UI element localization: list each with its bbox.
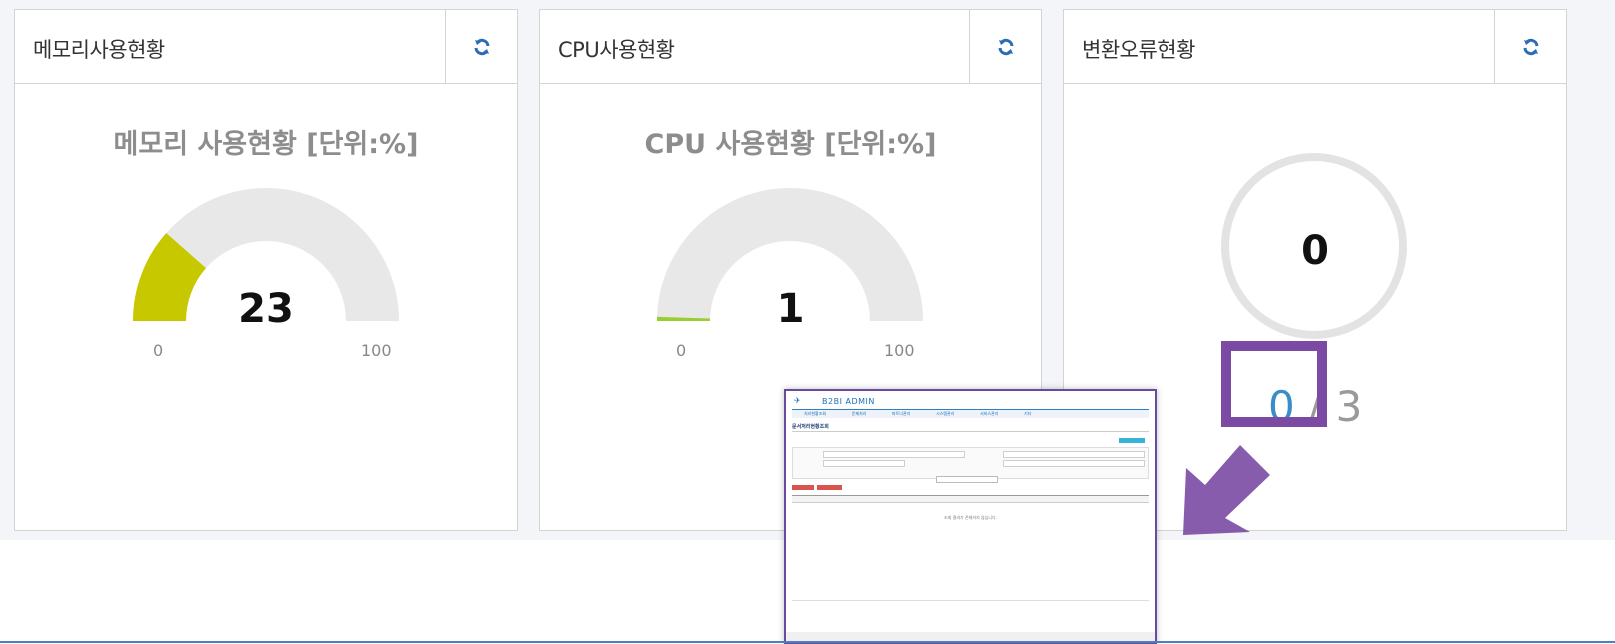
panel-header: 변환오류현황 bbox=[1064, 10, 1566, 84]
thumb-search-form bbox=[792, 447, 1149, 479]
refresh-button[interactable] bbox=[445, 10, 517, 83]
thumb-nav-item: 시스템관리 bbox=[936, 411, 955, 416]
gauge-min-label: 0 bbox=[676, 341, 687, 360]
refresh-button[interactable] bbox=[969, 10, 1041, 83]
thumb-brand: B2BI ADMIN bbox=[822, 397, 875, 406]
thumb-nav: 처리현황조회 문제처리 파트너관리 시스템관리 서비스관리 기타 bbox=[792, 409, 1149, 418]
panel-title: 메모리사용현황 bbox=[33, 38, 165, 62]
gauge-value: 23 bbox=[238, 286, 294, 332]
refresh-button[interactable] bbox=[1494, 10, 1566, 83]
thumbnail-screenshot[interactable]: ✈ B2BI ADMIN 처리현황조회 문제처리 파트너관리 시스템관리 서비스… bbox=[784, 389, 1157, 644]
thumb-search-button bbox=[936, 476, 998, 483]
thumb-input bbox=[1003, 451, 1145, 458]
thumb-input bbox=[823, 451, 965, 458]
gauge-value: 1 bbox=[776, 286, 805, 332]
gauge-max-label: 100 bbox=[884, 341, 915, 360]
panel-title: CPU사용현황 bbox=[558, 38, 675, 62]
panel-title: 변환오류현황 bbox=[1082, 38, 1195, 62]
panel-header: CPU사용현황 bbox=[540, 10, 1041, 84]
bottom-divider bbox=[0, 641, 1615, 643]
thumb-logo: ✈ bbox=[794, 396, 801, 405]
thumb-red-button bbox=[792, 485, 814, 490]
thumb-button bbox=[1119, 438, 1145, 443]
thumb-header: ✈ B2BI ADMIN bbox=[786, 391, 1155, 409]
thumb-nav-item: 파트너관리 bbox=[892, 411, 911, 416]
thumb-nav-item: 처리현황조회 bbox=[804, 411, 827, 416]
thumb-input bbox=[823, 460, 905, 467]
thumb-empty-message: 조회 결과가 존재하지 않습니다. bbox=[944, 515, 997, 520]
gauge-min-label: 0 bbox=[153, 341, 164, 360]
refresh-icon bbox=[1523, 38, 1538, 55]
panel-header: 메모리사용현황 bbox=[15, 10, 517, 84]
thumb-page-title: 문서처리현황조회 bbox=[792, 423, 1149, 432]
thumb-input bbox=[1003, 460, 1145, 467]
thumb-table-header bbox=[792, 495, 1149, 503]
gauge-max-label: 100 bbox=[361, 341, 392, 360]
thumb-nav-item: 문제처리 bbox=[851, 411, 867, 416]
highlight-box bbox=[1221, 341, 1327, 427]
thumb-nav-item: 서비스관리 bbox=[980, 411, 999, 416]
donut-value: 0 bbox=[1301, 228, 1329, 274]
arrow-down-left-icon bbox=[1183, 445, 1270, 535]
memory-usage-panel: 메모리사용현황 메모리 사용현황 [단위:%] 23 0 100 bbox=[14, 9, 518, 531]
thumb-red-button bbox=[817, 485, 842, 490]
refresh-icon bbox=[998, 38, 1013, 55]
gauge-title: CPU 사용현황 [단위:%] bbox=[644, 129, 937, 160]
error-total-count: 3 bbox=[1335, 382, 1363, 431]
thumb-nav-item: 기타 bbox=[1024, 411, 1032, 416]
thumb-pager bbox=[792, 600, 1149, 608]
gauge-title: 메모리 사용현황 [단위:%] bbox=[113, 129, 419, 160]
refresh-icon bbox=[474, 38, 489, 55]
